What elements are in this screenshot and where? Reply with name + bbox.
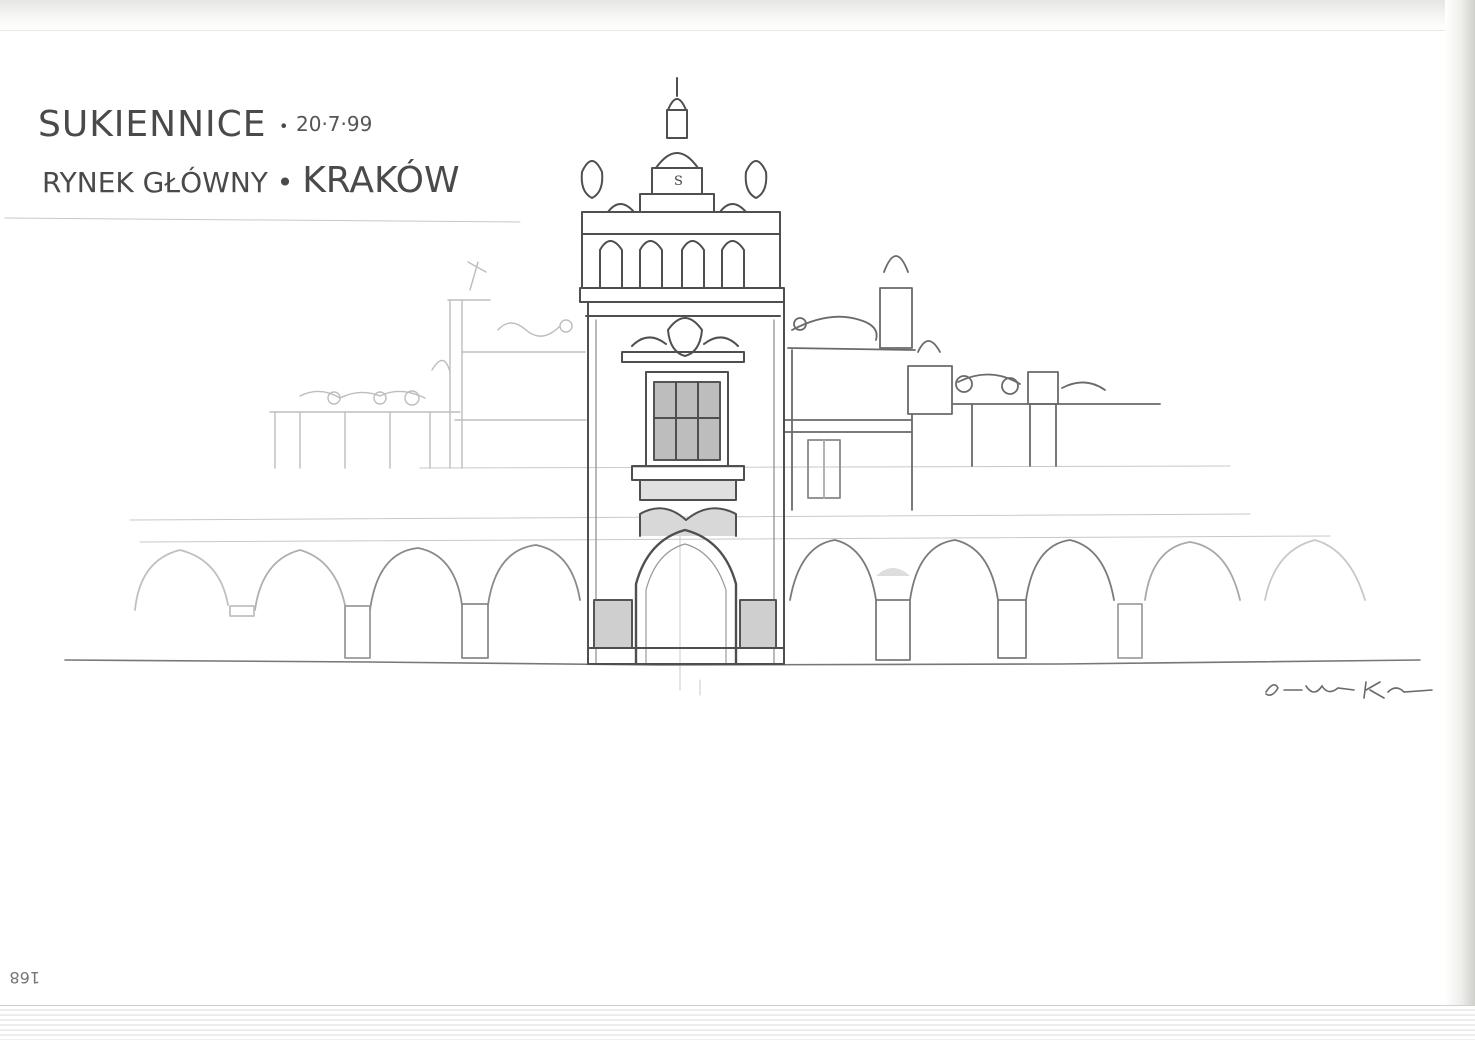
title-text: SUKIENNICE (38, 104, 267, 145)
page-number: 168 (9, 968, 40, 987)
sketch-title: SUKIENNICE • (38, 104, 288, 145)
subtitle-location: RYNEK GŁÓWNY (42, 166, 268, 199)
right-arcade (790, 540, 1365, 660)
sketchbook-page: SUKIENNICE • 20·7·99 RYNEK GŁÓWNY • KRAK… (0, 0, 1475, 1040)
sketch-date: 20·7·99 (296, 112, 373, 136)
right-attic (785, 256, 1160, 510)
central-tower (580, 78, 784, 664)
left-attic-faint (270, 262, 586, 468)
subtitle-city: KRAKÓW (302, 160, 460, 201)
artist-signature (1265, 681, 1433, 699)
title-separator: • (278, 116, 290, 136)
cloth-hall-sketch (0, 0, 1475, 1040)
left-arcade (135, 545, 580, 658)
subtitle-separator: • (276, 166, 294, 199)
tower-monogram: S (674, 174, 683, 189)
sketch-subtitle: RYNEK GŁÓWNY • KRAKÓW (42, 160, 522, 201)
